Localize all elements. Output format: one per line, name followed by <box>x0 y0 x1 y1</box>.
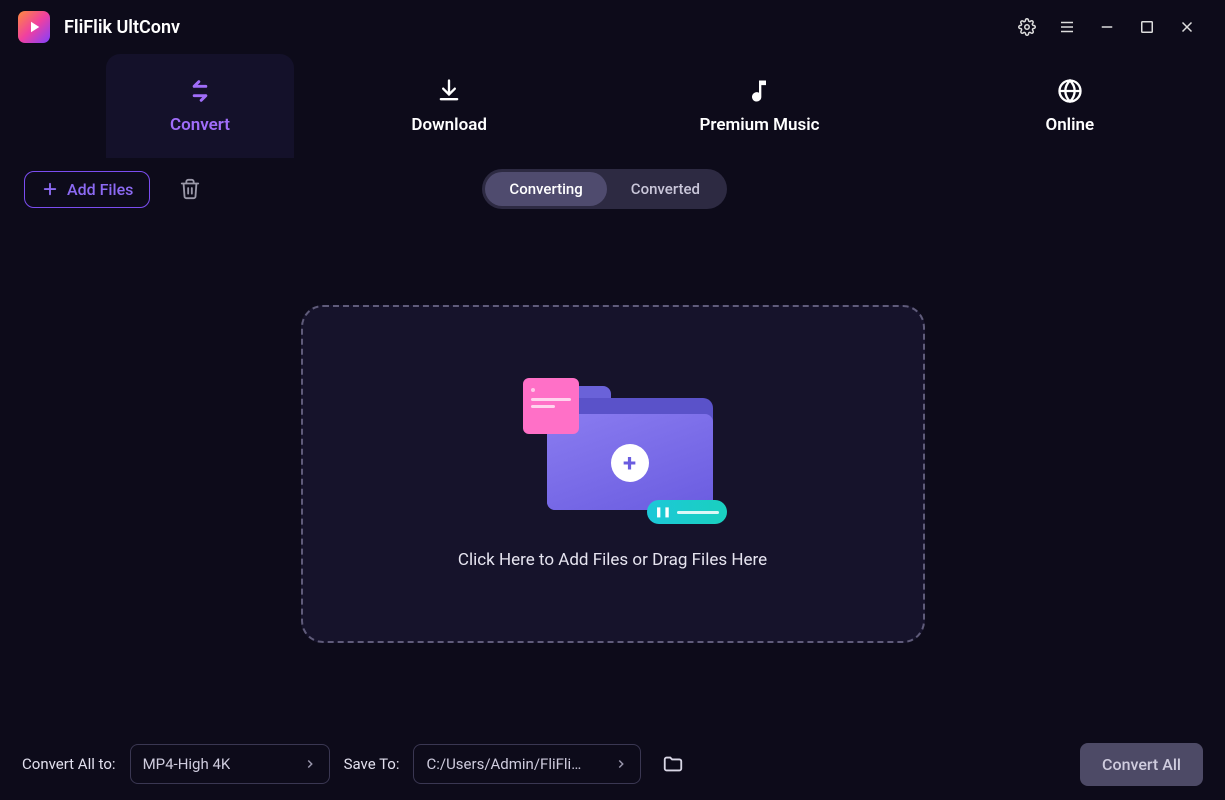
main-nav: Convert Download Premium Music Online <box>0 54 1225 158</box>
note-icon <box>523 378 579 434</box>
nav-tab-download[interactable]: Download <box>294 54 604 158</box>
output-format-value: MP4-High 4K <box>143 755 231 773</box>
main-area: + ❚❚ Click Here to Add Files or Drag Fil… <box>0 220 1225 728</box>
maximize-button[interactable] <box>1127 7 1167 47</box>
nav-label: Online <box>1045 115 1094 135</box>
save-path-dropdown[interactable]: C:/Users/Admin/FliFlik... <box>413 744 641 784</box>
menu-icon <box>1058 18 1076 36</box>
convert-all-to-label: Convert All to: <box>22 755 116 773</box>
gear-icon <box>1018 18 1036 36</box>
plus-circle-icon: + <box>611 444 649 482</box>
chevron-right-icon <box>614 757 628 771</box>
segment-converted[interactable]: Converted <box>607 172 724 206</box>
folder-icon <box>662 753 684 775</box>
nav-label: Convert <box>170 115 230 135</box>
app-title: FliFlik UltConv <box>64 17 180 38</box>
chevron-right-icon <box>303 757 317 771</box>
titlebar: FliFlik UltConv <box>0 0 1225 54</box>
footer: Convert All to: MP4-High 4K Save To: C:/… <box>0 728 1225 800</box>
delete-button[interactable] <box>172 171 208 207</box>
music-icon <box>745 77 773 105</box>
dropzone-illustration: + ❚❚ <box>503 378 723 526</box>
open-folder-button[interactable] <box>655 746 691 782</box>
close-button[interactable] <box>1167 7 1207 47</box>
nav-tab-online[interactable]: Online <box>915 54 1225 158</box>
toolbar: Add Files Converting Converted <box>0 158 1225 220</box>
player-pill-icon: ❚❚ <box>647 500 727 524</box>
minimize-icon <box>1098 18 1116 36</box>
app-logo-icon <box>18 11 50 43</box>
status-segment: Converting Converted <box>482 169 727 209</box>
close-icon <box>1178 18 1196 36</box>
add-files-label: Add Files <box>67 180 133 199</box>
nav-label: Premium Music <box>699 115 819 135</box>
convert-icon <box>186 77 214 105</box>
maximize-icon <box>1138 18 1156 36</box>
dropzone-text: Click Here to Add Files or Drag Files He… <box>458 550 767 570</box>
nav-tab-premium-music[interactable]: Premium Music <box>604 54 914 158</box>
segment-converting[interactable]: Converting <box>485 172 606 206</box>
download-icon <box>435 77 463 105</box>
settings-button[interactable] <box>1007 7 1047 47</box>
menu-button[interactable] <box>1047 7 1087 47</box>
save-to-label: Save To: <box>344 755 400 773</box>
save-path-value: C:/Users/Admin/FliFlik... <box>426 755 584 773</box>
plus-icon <box>41 180 59 198</box>
convert-all-button[interactable]: Convert All <box>1080 743 1203 786</box>
output-format-dropdown[interactable]: MP4-High 4K <box>130 744 330 784</box>
minimize-button[interactable] <box>1087 7 1127 47</box>
nav-label: Download <box>411 115 486 135</box>
trash-icon <box>179 178 201 200</box>
globe-icon <box>1056 77 1084 105</box>
add-files-button[interactable]: Add Files <box>24 171 150 208</box>
dropzone[interactable]: + ❚❚ Click Here to Add Files or Drag Fil… <box>301 305 925 643</box>
nav-tab-convert[interactable]: Convert <box>106 54 294 158</box>
